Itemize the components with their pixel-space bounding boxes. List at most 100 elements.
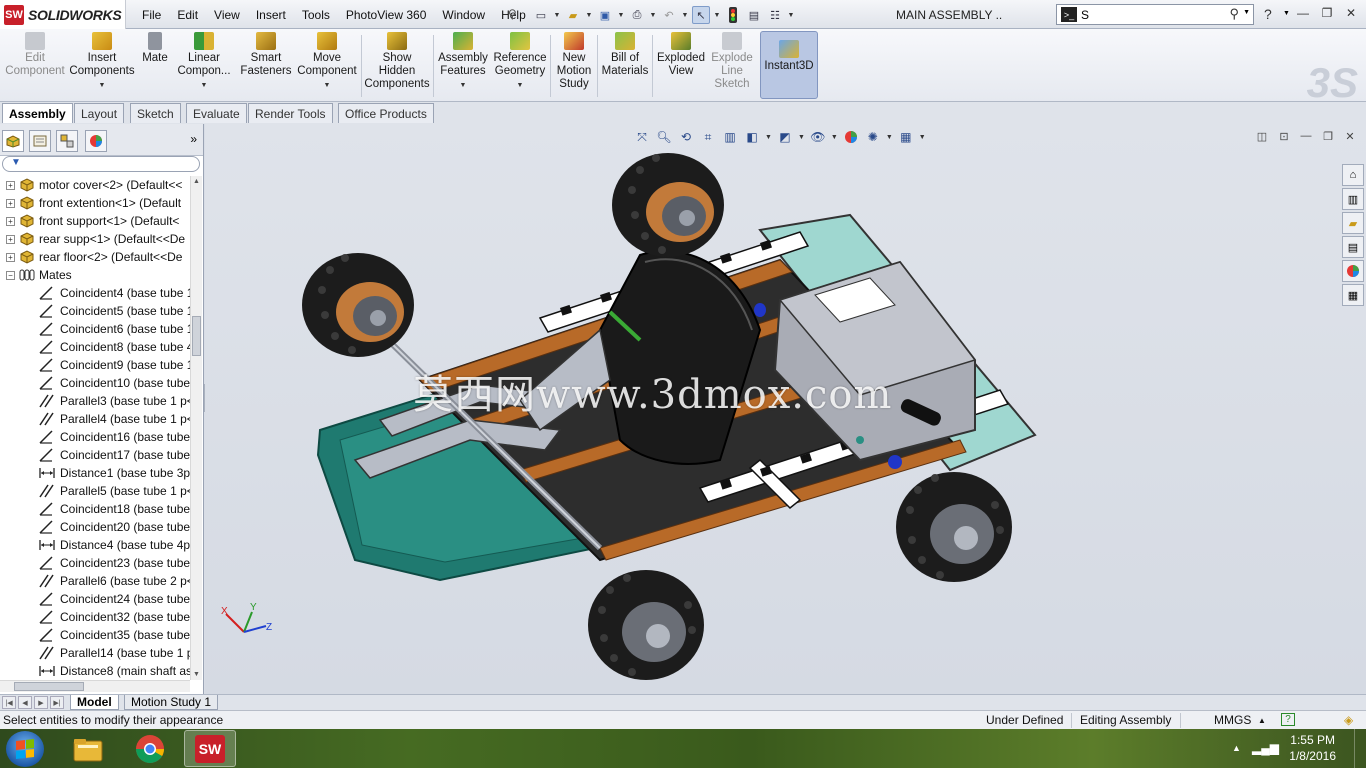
solidworks-logo[interactable]: SW SOLIDWORKS [0,0,126,29]
tree-mate-item[interactable]: Coincident24 (base tube [0,590,190,608]
tree-horizontal-scrollbar[interactable] [0,680,190,692]
linear-component-dropdown-icon[interactable]: ▼ [201,79,208,92]
tree-mate-item[interactable]: Parallel3 (base tube 1 p< [0,392,190,410]
scroll-up-icon[interactable]: ▲ [193,178,200,185]
menu-edit[interactable]: Edit [169,8,206,22]
tab-evaluate[interactable]: Evaluate [186,103,247,123]
scroll-down-icon[interactable]: ▼ [193,671,200,678]
new-motion-study-button[interactable]: New Motion Study [553,32,595,100]
insert-components-button[interactable]: Insert Components ▼ [68,32,136,100]
assembly-features-button[interactable]: Assembly Features ▼ [436,32,490,100]
collapse-icon[interactable]: − [6,270,15,280]
instant3d-button[interactable]: Instant3D [760,31,818,99]
feature-tree-tab-icon[interactable] [2,130,24,152]
show-hidden-components-button[interactable]: Show Hidden Components [364,32,430,100]
file-properties-icon[interactable]: ▤ [745,6,763,24]
smart-fasteners-button[interactable]: Smart Fasteners [238,32,294,100]
new-dropdown-icon[interactable]: ▼ [553,12,561,19]
solidworks-resources-icon[interactable]: ⌂ [1342,164,1364,186]
custom-properties-icon[interactable]: ▦ [1342,284,1364,306]
tree-mate-item[interactable]: Coincident16 (base tube [0,428,190,446]
tab-render-tools[interactable]: Render Tools [248,103,333,123]
tree-part-item[interactable]: + rear floor<2> (Default<<De [0,248,190,266]
tree-mate-item[interactable]: Distance1 (base tube 3p- [0,464,190,482]
design-library-icon[interactable]: ▥ [1342,188,1364,210]
next-tab-icon[interactable]: ▶ [34,696,48,709]
reference-geometry-dropdown-icon[interactable]: ▼ [517,79,524,92]
expand-icon[interactable]: + [6,234,15,244]
tree-mates-folder[interactable]: − Mates [0,266,190,284]
show-hidden-icons-icon[interactable]: ▲ [1232,743,1241,753]
search-dropdown-icon[interactable]: ▼ [1243,9,1250,16]
tree-part-item[interactable]: + rear supp<1> (Default<<De [0,230,190,248]
menu-photoview[interactable]: PhotoView 360 [338,8,435,22]
minimize-icon[interactable]: — [1294,4,1312,22]
taskbar-google-chrome[interactable] [124,730,176,767]
network-signal-icon[interactable]: ▂▄▆ [1252,741,1279,755]
feature-tree-filter[interactable]: ▼ [2,156,200,172]
wheel-front-left[interactable] [302,253,414,357]
open-folder-icon[interactable]: ▰ [564,6,582,24]
tab-motion-study-1[interactable]: Motion Study 1 [124,695,219,710]
configuration-manager-tab-icon[interactable] [56,130,78,152]
new-document-icon[interactable]: ▭ [532,6,550,24]
tree-mate-item[interactable]: Coincident9 (base tube 1 [0,356,190,374]
tree-mate-item[interactable]: Parallel4 (base tube 1 p< [0,410,190,428]
explode-line-sketch-button[interactable]: Explode Line Sketch [708,32,756,100]
menu-file[interactable]: File [134,8,169,22]
tree-mate-item[interactable]: Coincident18 (base tube [0,500,190,518]
file-explorer-icon[interactable]: ▰ [1342,212,1364,234]
select-arrow-icon[interactable]: ↖ [692,6,710,24]
graphics-area[interactable]: ⤧ 🔍︎ ⟲ ⌗ ▥ ◧ ▼ ◩ ▼ 👁︎ ▼ ✺ ▼ ▦ ▼ ◫ ⊡ — ❐ ✕ [205,124,1366,694]
tree-mate-item[interactable]: Parallel6 (base tube 2 p< [0,572,190,590]
help-icon[interactable]: ? [1264,6,1272,22]
pin-menu-icon[interactable]: ⚲ [508,7,522,21]
tree-part-item[interactable]: + motor cover<2> (Default<< [0,176,190,194]
options-icon[interactable]: ☷ [766,6,784,24]
menu-view[interactable]: View [206,8,248,22]
tree-part-item[interactable]: + front extention<1> (Default [0,194,190,212]
open-dropdown-icon[interactable]: ▼ [585,12,593,19]
tab-model[interactable]: Model [70,695,119,710]
start-button[interactable] [6,731,44,767]
move-component-dropdown-icon[interactable]: ▼ [324,79,331,92]
menu-insert[interactable]: Insert [248,8,294,22]
tree-mate-item[interactable]: Coincident20 (base tube [0,518,190,536]
search-icon[interactable]: ⚲ [1229,6,1239,22]
clock[interactable]: 1:55 PM 1/8/2016 [1289,732,1336,764]
save-dropdown-icon[interactable]: ▼ [617,12,625,19]
options-dropdown-icon[interactable]: ▼ [787,12,795,19]
units-selector[interactable]: MMGS [1214,713,1251,727]
restore-icon[interactable]: ❐ [1318,4,1336,22]
exploded-view-button[interactable]: Exploded View [655,32,707,100]
expand-tabs-icon[interactable]: » [190,132,197,146]
undo-icon[interactable]: ↶ [660,6,678,24]
first-tab-icon[interactable]: |◀ [2,696,16,709]
tree-vertical-scrollbar[interactable]: ▲ ▼ [190,176,202,680]
mate-button[interactable]: Mate [138,32,172,100]
expand-icon[interactable]: + [6,252,15,262]
menu-window[interactable]: Window [434,8,493,22]
expand-icon[interactable]: + [6,180,15,190]
tree-mate-item[interactable]: Parallel5 (base tube 1 p< [0,482,190,500]
hscroll-thumb[interactable] [14,682,84,691]
tree-mate-item[interactable]: Coincident6 (base tube 1 [0,320,190,338]
linear-component-pattern-button[interactable]: Linear Compon... ▼ [174,32,234,100]
units-dropdown-icon[interactable]: ▲ [1258,716,1266,725]
expand-icon[interactable]: + [6,198,15,208]
tab-layout[interactable]: Layout [74,103,125,123]
tree-part-item[interactable]: + front support<1> (Default< [0,212,190,230]
edit-component-button[interactable]: Edit Component [4,32,66,100]
prev-tab-icon[interactable]: ◀ [18,696,32,709]
move-component-button[interactable]: Move Component ▼ [296,32,358,100]
tree-mate-item[interactable]: Coincident17 (base tube [0,446,190,464]
save-icon[interactable]: ▣ [596,6,614,24]
tree-mate-item[interactable]: Coincident8 (base tube 4 [0,338,190,356]
quick-tips-icon[interactable]: ? [1281,713,1295,726]
scroll-thumb[interactable] [192,316,201,356]
print-dropdown-icon[interactable]: ▼ [649,12,657,19]
print-icon[interactable]: ⎙ [628,6,646,24]
menu-tools[interactable]: Tools [294,8,338,22]
tab-sketch[interactable]: Sketch [130,103,181,123]
tab-assembly[interactable]: Assembly [2,103,73,123]
